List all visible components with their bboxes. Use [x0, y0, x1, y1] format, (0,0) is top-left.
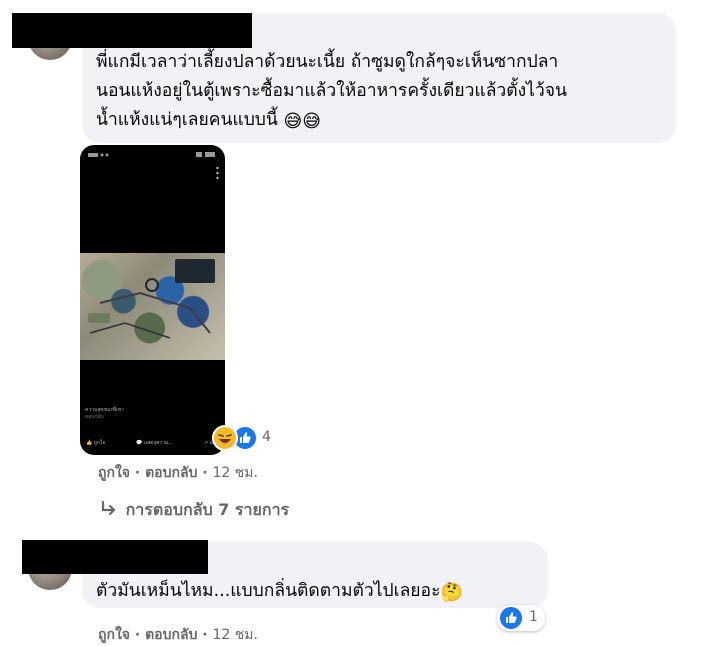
replies-label: การตอบกลับ 7 รายการ [125, 500, 290, 519]
attachment-caption: ความสุขของพี่เขา ตอบกลับ [85, 407, 124, 420]
comment-timestamp[interactable]: 12 ชม. [213, 627, 258, 643]
attachment-like-action: 👍 ถูกใจ [86, 440, 106, 446]
comment-line: พี่แกมีเวลาว่าเลี้ยงปลาด้วยนะเนี้ย ถ้าซู… [96, 52, 559, 72]
thinking-emoji: 🤔 [440, 582, 463, 603]
reply-arrow-icon [100, 500, 120, 519]
comment-actions: ถูกใจ · ตอบกลับ · 12 ชม. [98, 462, 258, 484]
smile-sweat-emoji: 😅😅 [283, 111, 321, 132]
reply-comment-button[interactable]: ตอบกลับ [145, 465, 197, 481]
separator-dot: · [202, 465, 208, 481]
reaction-count: 1 [529, 609, 538, 625]
view-replies-link[interactable]: การตอบกลับ 7 รายการ [100, 498, 289, 523]
reaction-summary[interactable]: 1 [497, 605, 545, 631]
separator-dot: · [134, 627, 141, 643]
attachment-comment-action: 💬 แสดงความ... [136, 440, 173, 446]
like-comment-button[interactable]: ถูกใจ [98, 465, 130, 481]
redacted-commenter-name [12, 13, 252, 48]
like-comment-button[interactable]: ถูกใจ [98, 627, 130, 643]
laugh-reaction-icon [212, 425, 238, 451]
aquarium-photo [80, 253, 225, 360]
reaction-summary[interactable]: 4 [212, 425, 292, 453]
redacted-commenter-name [22, 540, 208, 574]
comment-timestamp[interactable]: 12 ชม. [213, 465, 258, 481]
more-options-icon[interactable] [216, 165, 219, 180]
separator-dot: · [134, 465, 141, 481]
like-reaction-icon [498, 605, 524, 631]
comment-line: นอนแห้งอยู่ในตู้เพราะซื้อมาแล้วให้อาหารค… [96, 81, 567, 101]
comment-text: ตัวมันเหม็นไหม...แบบกลิ่นติดตามตัวไปเลยอ… [96, 581, 463, 603]
separator-dot: · [202, 627, 208, 643]
reaction-count: 4 [262, 429, 271, 445]
phone-status-bar [86, 150, 219, 160]
comment-actions: ถูกใจ · ตอบกลับ · 12 ชม. [98, 624, 258, 646]
attached-screenshot[interactable]: ความสุขของพี่เขา ตอบกลับ 👍 ถูกใจ 💬 แสดงค… [80, 145, 225, 455]
attachment-action-bar: 👍 ถูกใจ 💬 แสดงความ... ↗ แชร์ [86, 437, 219, 449]
comment-line: น้ำแห้งแน่ๆเลยคนแบบนี้ 😅😅 [96, 110, 321, 132]
comment-text: พี่แกมีเวลาว่าเลี้ยงปลาด้วยนะเนี้ย ถ้าซู… [96, 48, 567, 135]
reply-comment-button[interactable]: ตอบกลับ [145, 627, 197, 643]
